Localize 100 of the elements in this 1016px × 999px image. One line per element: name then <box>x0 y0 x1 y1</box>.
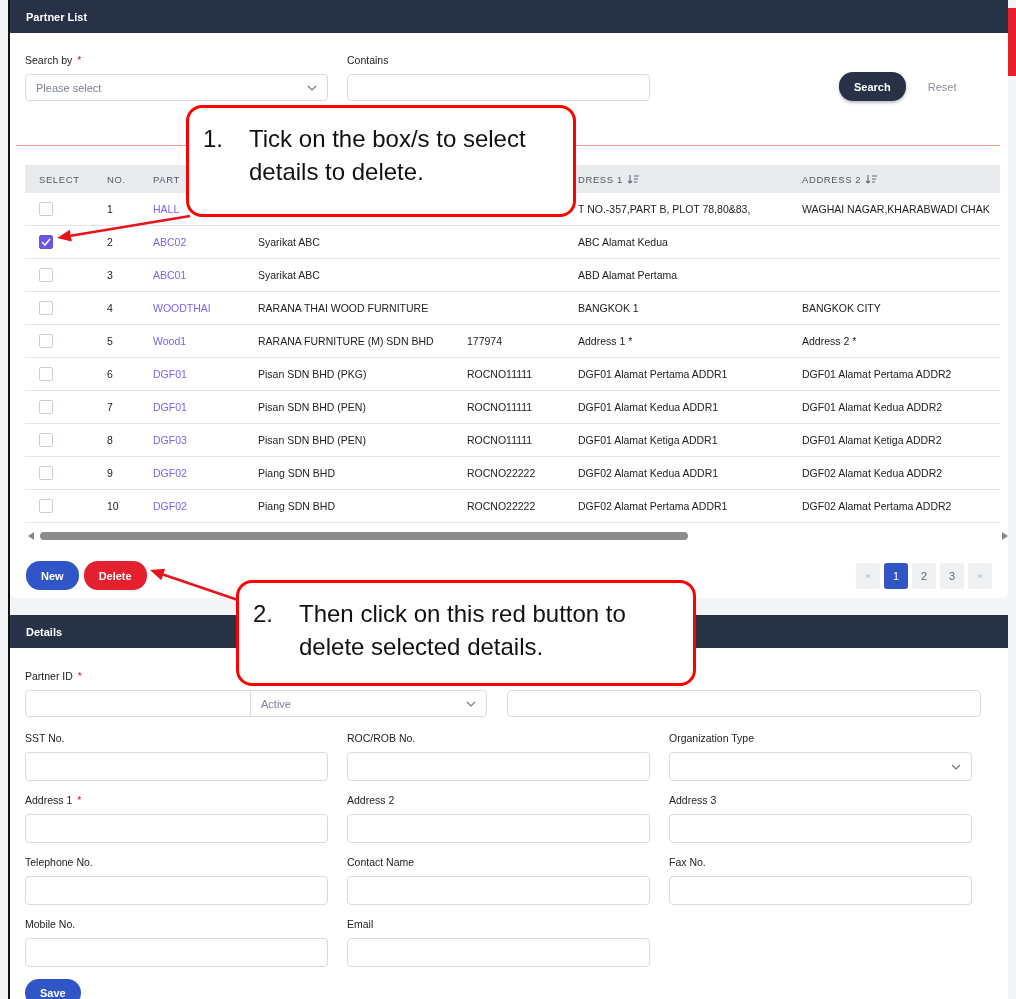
new-button[interactable]: New <box>26 561 79 590</box>
callout-number: 2. <box>253 599 273 629</box>
partner-id-link[interactable]: ABC02 <box>153 236 187 248</box>
table-cell: Pisan SDN BHD (PEN) <box>258 434 366 446</box>
callout-text: Tick on the box/s to select details to delete. <box>249 124 527 187</box>
field-label: Address 2 <box>347 794 395 806</box>
contains-field[interactable] <box>347 74 650 101</box>
field-label: Partner ID <box>25 670 73 682</box>
table-cell: DGF01 Alamat Ketiga ADDR1 <box>578 434 718 446</box>
table-cell: ROCNO11111 <box>467 401 533 413</box>
field-label: Mobile No. <box>25 918 76 930</box>
horizontal-scrollbar[interactable] <box>28 531 1008 541</box>
input-field[interactable] <box>25 938 328 967</box>
input-field[interactable] <box>347 938 650 967</box>
table-cell: 8 <box>107 434 113 446</box>
partner-id-link[interactable]: DGF01 <box>153 368 187 380</box>
delete-button[interactable]: Delete <box>83 561 147 590</box>
input-field[interactable] <box>669 814 972 843</box>
scroll-right-icon[interactable] <box>1002 532 1008 540</box>
table-cell: BANGKOK 1 <box>578 302 639 314</box>
table-cell: Piang SDN BHD <box>258 467 336 479</box>
table-cell: Syarikat ABC <box>258 269 320 281</box>
required-mark: * <box>77 670 82 682</box>
partner-id-link[interactable]: DGF02 <box>153 500 187 512</box>
table-cell: 4 <box>107 302 113 314</box>
partner-id-link[interactable]: WOODTHAI <box>153 302 211 314</box>
input-field[interactable] <box>347 876 650 905</box>
field-label: Contact Name <box>347 856 415 868</box>
column-header[interactable]: DRESS 1 <box>578 173 623 185</box>
column-header: SELECT <box>39 173 80 185</box>
table-cell: 177974 <box>467 335 503 347</box>
column-header[interactable]: NO. <box>107 173 126 185</box>
table-cell: ROCNO22222 <box>467 500 536 512</box>
table-cell: Pisan SDN BHD (PEN) <box>258 401 366 413</box>
chevron-down-icon <box>951 763 961 770</box>
table-cell: Address 2 * <box>802 335 857 347</box>
table-cell: 9 <box>107 467 113 479</box>
table-cell: 6 <box>107 368 113 380</box>
status-select[interactable]: Active <box>250 690 487 717</box>
partner-id-link[interactable]: HALL <box>153 203 180 215</box>
row-checkbox[interactable] <box>39 235 53 249</box>
page-scrollbar-thumb[interactable] <box>1008 8 1016 76</box>
table-cell: DGF02 Alamat Pertama ADDR1 <box>578 500 728 512</box>
input-field[interactable] <box>25 814 328 843</box>
text-field[interactable] <box>507 690 981 717</box>
table-cell: Pisan SDN BHD (PKG) <box>258 368 367 380</box>
table-cell: ROCNO11111 <box>467 368 533 380</box>
chevron-down-icon <box>466 700 476 707</box>
field-label: SST No. <box>25 732 65 744</box>
column-header[interactable]: PART <box>153 173 180 185</box>
input-field[interactable] <box>25 752 328 781</box>
reset-button[interactable]: Reset <box>923 80 961 93</box>
scroll-left-icon[interactable] <box>28 532 34 540</box>
section-title: Details <box>26 625 63 638</box>
table-cell: 2 <box>107 236 113 248</box>
table-cell: DGF01 Alamat Pertama ADDR1 <box>578 368 728 380</box>
partner-id-field[interactable] <box>25 690 251 717</box>
table-cell: ABD Alamat Pertama <box>578 269 678 281</box>
field-label: Fax No. <box>669 856 706 868</box>
table-cell: DGF01 Alamat Ketiga ADDR2 <box>802 434 942 446</box>
partner-id-link[interactable]: Wood1 <box>153 335 187 347</box>
partner-id-link[interactable]: DGF02 <box>153 467 187 479</box>
field-label: Search by <box>25 54 73 66</box>
callout-text: Then click on this red button to delete selected details. <box>299 599 627 662</box>
select-field[interactable] <box>669 752 972 781</box>
table-cell: DGF01 Alamat Kedua ADDR1 <box>578 401 719 413</box>
page-button[interactable]: 1 <box>884 562 908 589</box>
table-cell: BANGKOK CITY <box>802 302 881 314</box>
required-mark: * <box>77 54 82 66</box>
partner-id-link[interactable]: DGF03 <box>153 434 187 446</box>
table-cell: DGF01 Alamat Kedua ADDR2 <box>802 401 943 413</box>
table-cell: 1 <box>107 203 113 215</box>
table-cell: Address 1 * <box>578 335 633 347</box>
partner-id-link[interactable]: ABC01 <box>153 269 187 281</box>
input-field[interactable] <box>347 752 650 781</box>
input-field[interactable] <box>669 876 972 905</box>
search-button[interactable]: Search <box>839 72 906 101</box>
field-label: Address 3 <box>669 794 717 806</box>
chevron-down-icon <box>307 84 317 91</box>
field-label: Organization Type <box>669 732 755 744</box>
table-cell: WAGHAI NAGAR,KHARABWADI CHAK <box>802 203 990 215</box>
sort-icon[interactable] <box>627 174 639 184</box>
input-field[interactable] <box>347 814 650 843</box>
table-cell: ROCNO22222 <box>467 467 536 479</box>
table-cell: DGF01 Alamat Pertama ADDR2 <box>802 368 952 380</box>
page-button[interactable]: 3 <box>940 562 964 589</box>
input-field[interactable] <box>25 876 328 905</box>
table-cell: T NO.-357,PART B, PLOT 78,80&83, <box>578 203 751 215</box>
partner-id-link[interactable]: DGF01 <box>153 401 187 413</box>
field-label: Contains <box>347 54 389 66</box>
table-cell: Piang SDN BHD <box>258 500 336 512</box>
page-button[interactable]: 2 <box>912 562 936 589</box>
sort-icon[interactable] <box>866 174 878 184</box>
table-cell: 5 <box>107 335 113 347</box>
search-by-select[interactable]: Please select <box>25 74 328 101</box>
table-cell: 3 <box>107 269 113 281</box>
table-cell: DGF02 Alamat Pertama ADDR2 <box>802 500 952 512</box>
save-button[interactable]: Save <box>25 979 81 999</box>
callout-number: 1. <box>203 124 223 154</box>
column-header[interactable]: ADDRESS 2 <box>802 173 862 185</box>
